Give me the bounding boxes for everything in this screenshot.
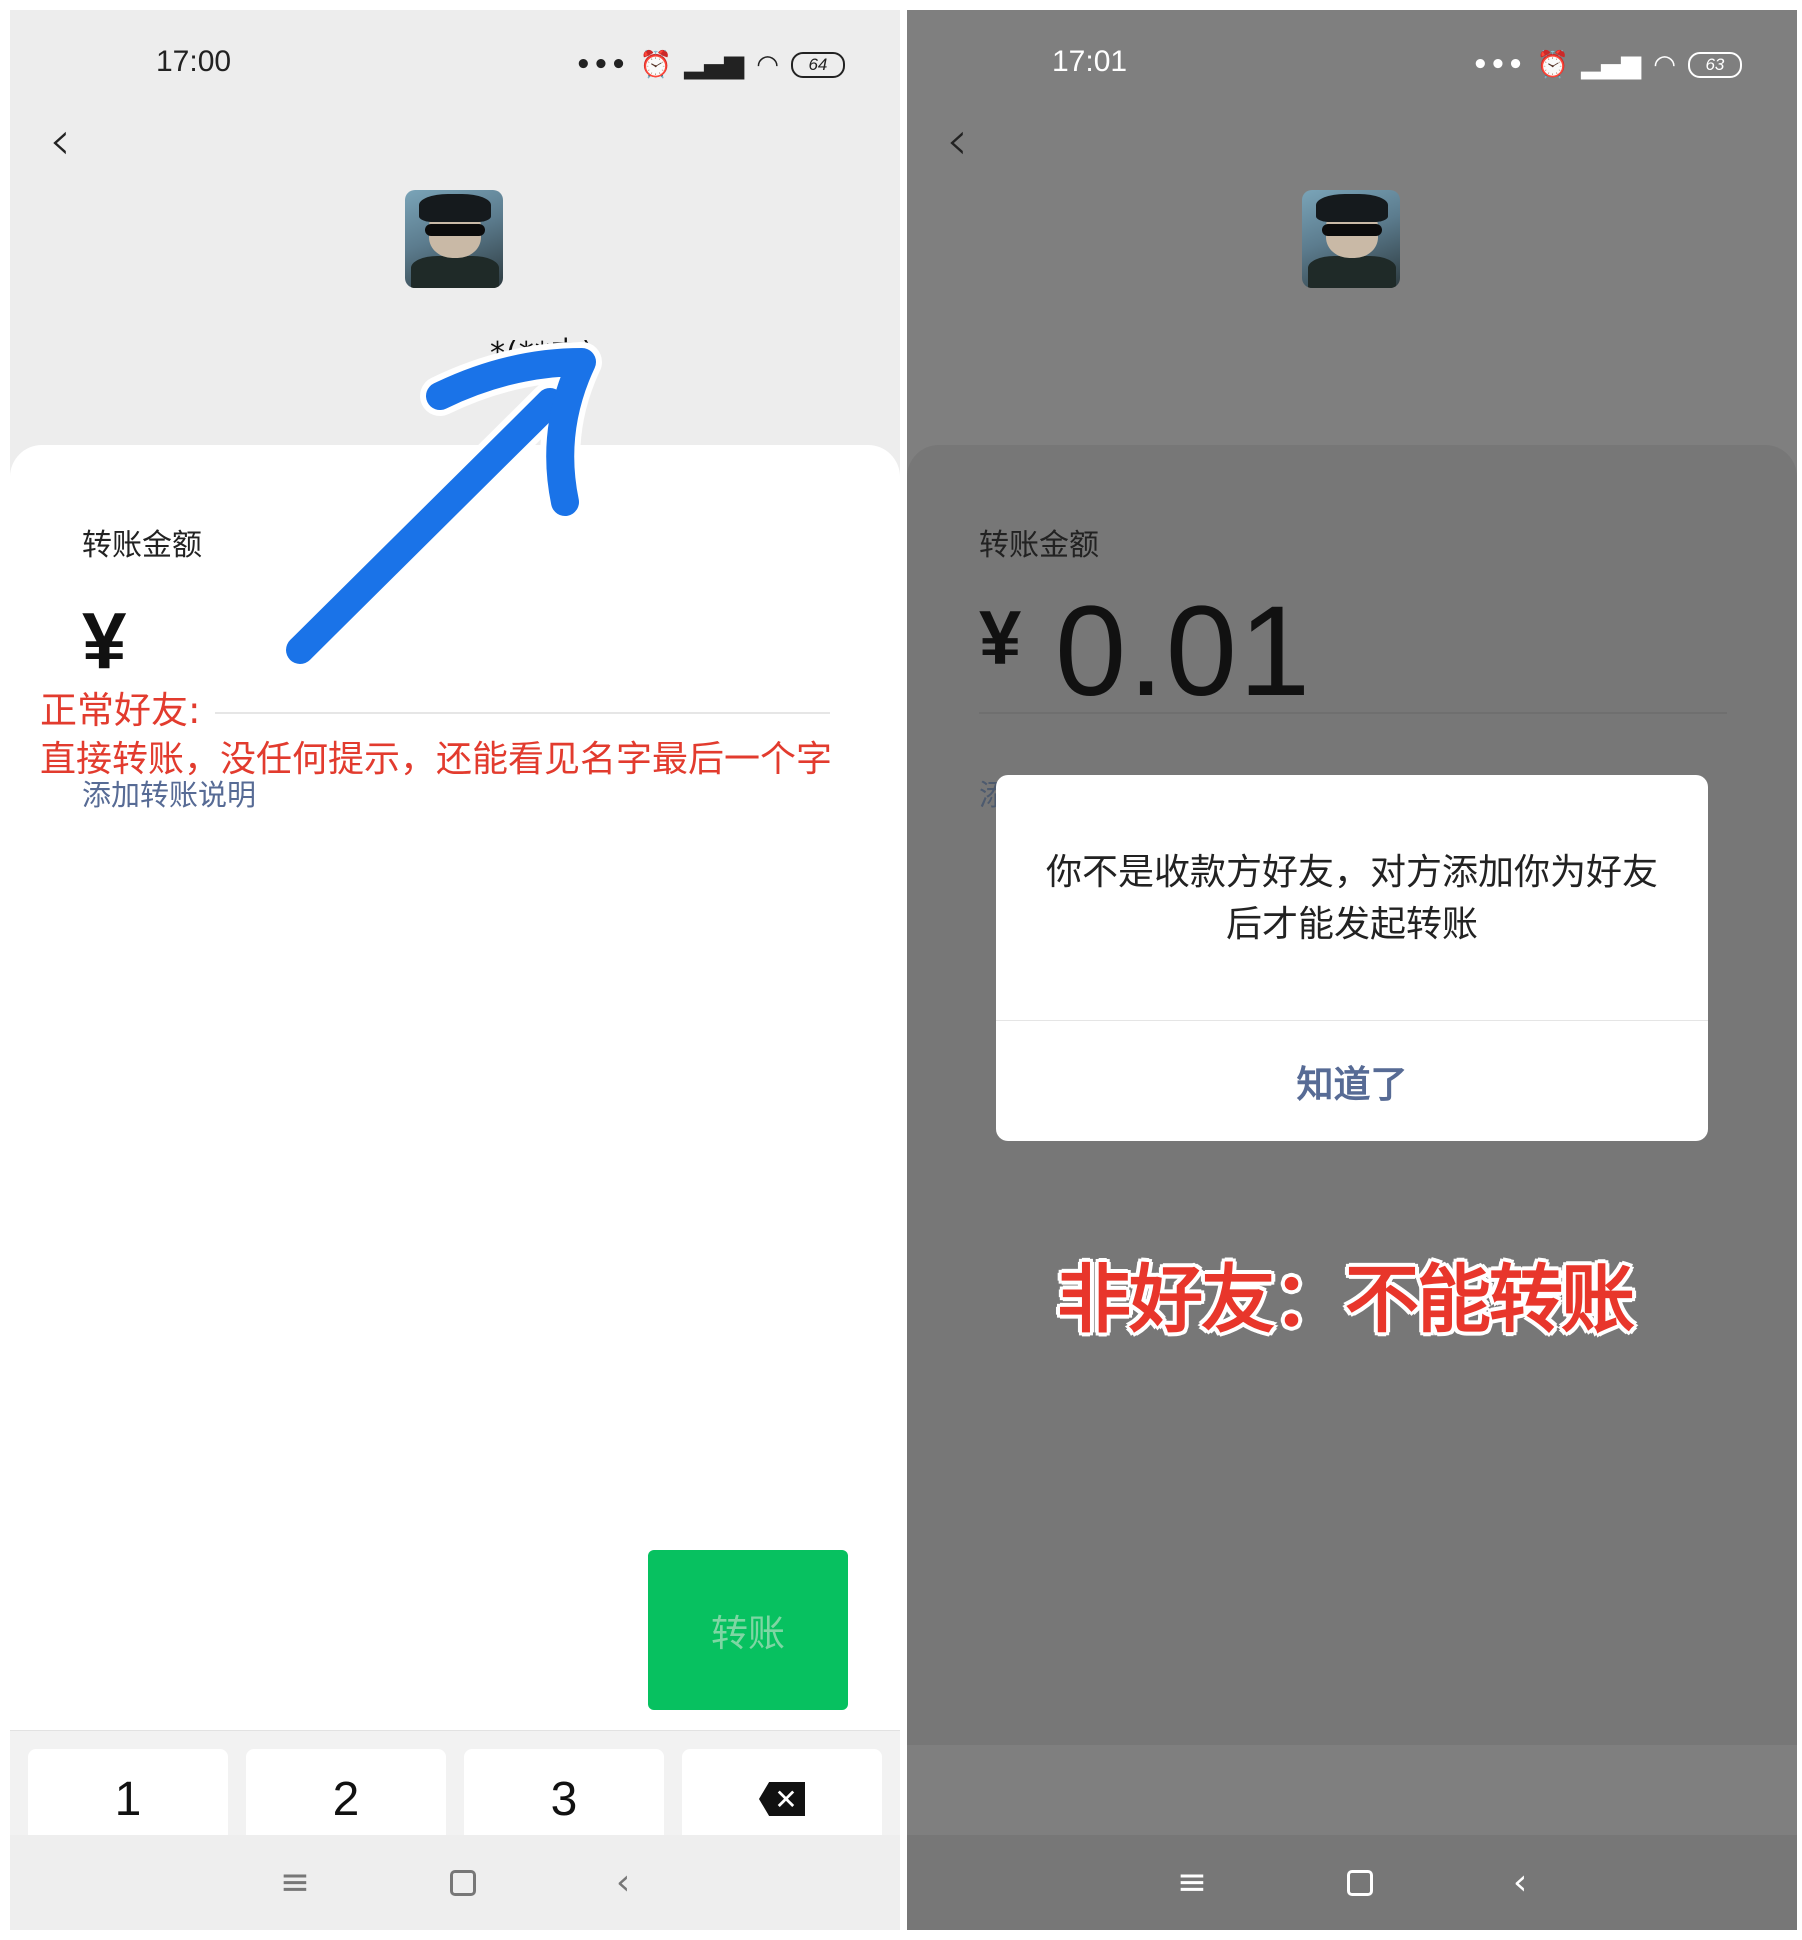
alarm-icon: ⏰: [639, 50, 673, 80]
system-nav-bar: ≡ ‹: [10, 1835, 900, 1930]
alarm-icon: ⏰: [1536, 50, 1570, 80]
amount-input-underline: [979, 712, 1727, 714]
more-notifications-icon: •••: [1472, 50, 1525, 80]
wifi-icon: ◠: [1653, 50, 1676, 80]
annotation-non-friend: 非好友：不能转账: [1057, 1257, 1635, 1343]
system-nav-bar: ≡ ‹: [907, 1835, 1797, 1930]
home-nav-icon[interactable]: [1346, 1869, 1373, 1896]
avatar: [405, 190, 503, 288]
back-button[interactable]: ‹: [935, 109, 979, 172]
battery-icon: 64: [790, 52, 845, 78]
left-screenshot-normal-friend: 17:00 ••• ⏰ ▂▄▆ ◠ 64 ‹ *(**杰) 转账金额 ¥ 添加转…: [10, 10, 900, 1930]
dialog-ok-button[interactable]: 知道了: [996, 1020, 1708, 1141]
amount-value[interactable]: 0.01: [1055, 578, 1312, 725]
right-screenshot-non-friend: 17:01 ••• ⏰ ▂▄▆ ◠ 63 ‹ 转账金额 ¥ 0.01 添 你不是…: [907, 10, 1797, 1930]
key-2[interactable]: 2: [246, 1749, 446, 1849]
numeric-keypad: 1 2 3 ✕: [10, 1730, 900, 1849]
amount-input-underline[interactable]: [215, 712, 830, 714]
backspace-icon: ✕: [759, 1782, 805, 1816]
more-notifications-icon: •••: [575, 50, 628, 80]
currency-symbol: ¥: [979, 596, 1022, 681]
back-nav-icon[interactable]: ‹: [1513, 1862, 1527, 1903]
back-button[interactable]: ‹: [38, 109, 82, 172]
signal-icon: ▂▄▆: [1581, 50, 1642, 80]
avatar: [1302, 190, 1400, 288]
annotation-normal-friend-desc: 直接转账，没任何提示，还能看见名字最后一个字: [40, 739, 833, 780]
status-bar-icons: ••• ⏰ ▂▄▆ ◠ 63: [1472, 45, 1742, 85]
delete-key[interactable]: ✕: [682, 1749, 882, 1849]
status-time: 17:00: [156, 45, 232, 78]
recipient-name: *(**杰): [490, 336, 595, 371]
signal-icon: ▂▄▆: [684, 50, 745, 80]
dialog-message: 你不是收款方好友，对方添加你为好友后才能发起转账: [1046, 852, 1659, 945]
home-nav-icon[interactable]: [449, 1869, 476, 1896]
battery-icon: 63: [1687, 52, 1742, 78]
back-nav-icon[interactable]: ‹: [616, 1862, 630, 1903]
key-1[interactable]: 1: [28, 1749, 228, 1849]
amount-label: 转账金额: [979, 528, 1099, 563]
wifi-icon: ◠: [756, 50, 779, 80]
menu-nav-icon[interactable]: ≡: [280, 1862, 310, 1903]
annotation-normal-friend-title: 正常好友:: [40, 689, 201, 732]
transfer-button[interactable]: 转账: [648, 1550, 848, 1710]
status-time: 17:01: [1052, 45, 1128, 78]
key-3[interactable]: 3: [464, 1749, 664, 1849]
menu-nav-icon[interactable]: ≡: [1177, 1862, 1207, 1903]
status-bar-icons: ••• ⏰ ▂▄▆ ◠ 64: [575, 45, 845, 85]
currency-symbol: ¥: [82, 596, 127, 685]
not-friend-dialog: 你不是收款方好友，对方添加你为好友后才能发起转账 知道了: [996, 775, 1708, 1141]
amount-label: 转账金额: [82, 528, 202, 563]
